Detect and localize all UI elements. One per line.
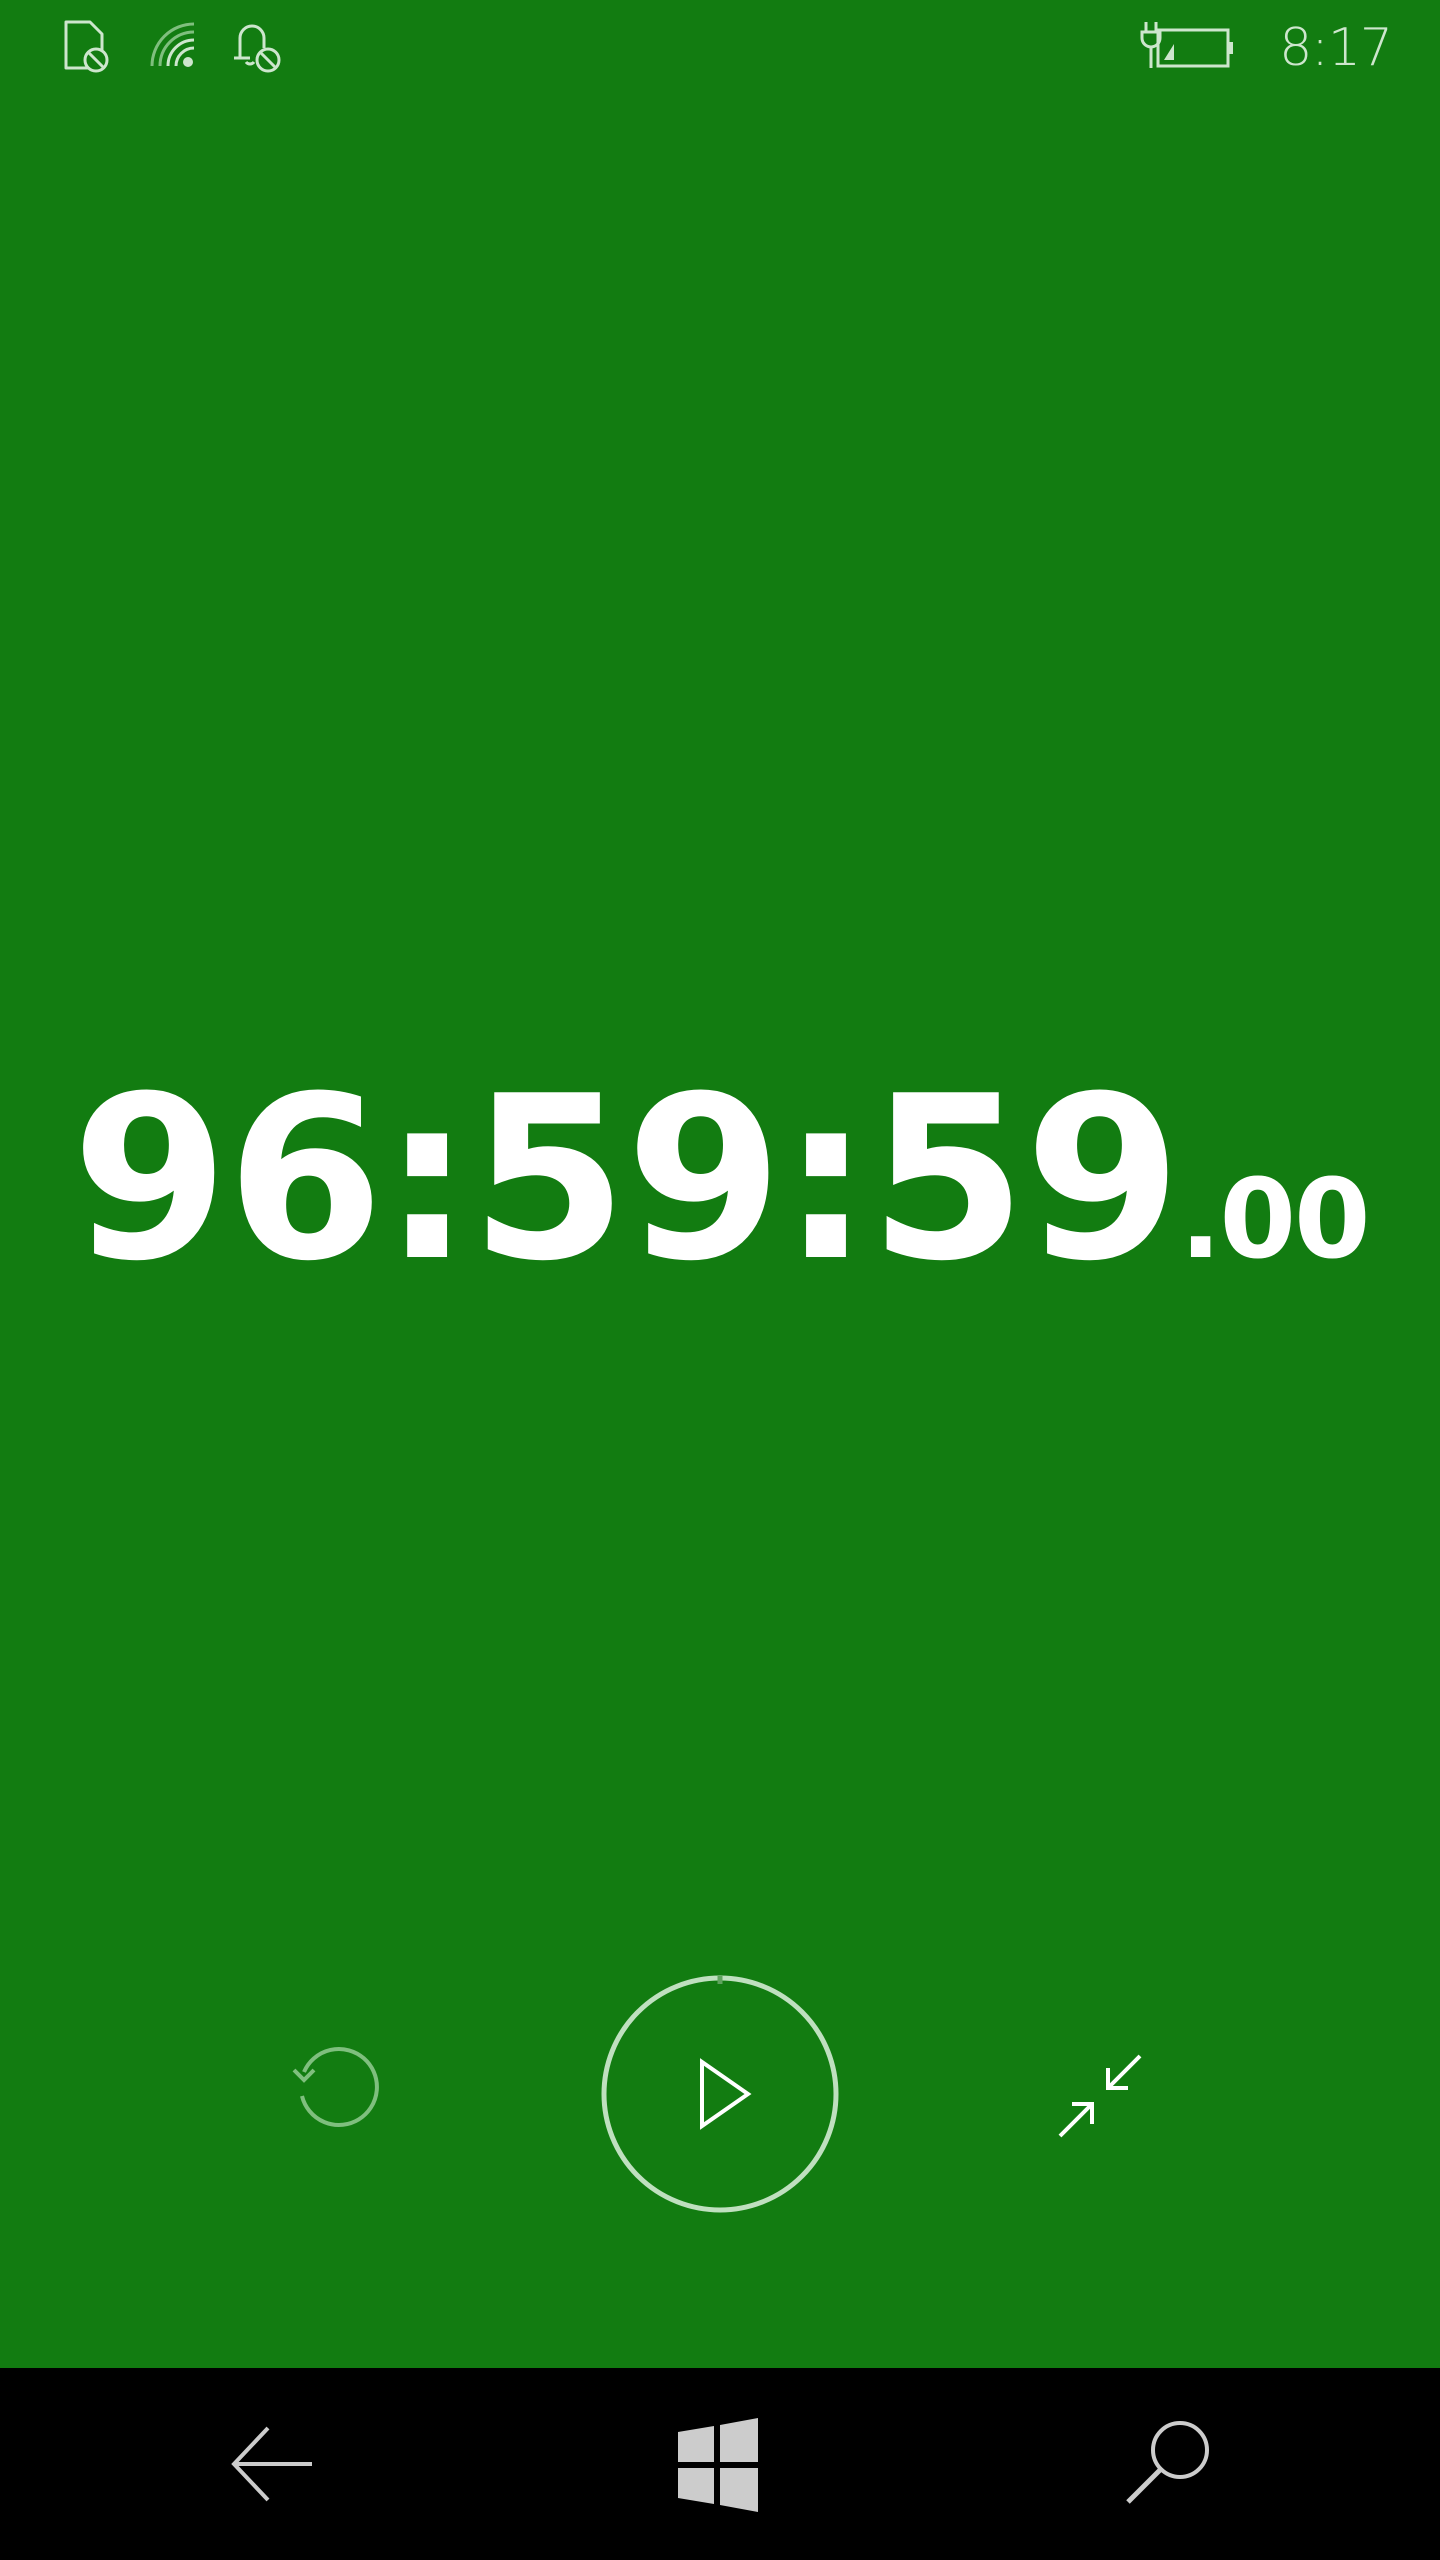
elapsed-time: 96:59:59 [71,1048,1181,1311]
play-icon [601,1975,839,2213]
compact-overlay-icon [1058,2054,1142,2138]
reset-button[interactable] [290,2046,390,2146]
reset-icon [292,2047,379,2127]
windows-logo-icon [678,2418,758,2512]
back-arrow-icon [231,2426,312,2502]
status-time: 8:17 [1279,18,1393,78]
stopwatch-app: 8:17 96:59:59.00 [0,0,1440,2368]
play-button[interactable] [598,1972,842,2216]
search-button[interactable] [1110,2404,1230,2524]
compact-overlay-button[interactable] [1050,2046,1150,2146]
stopwatch-display: 96:59:59.00 [0,1060,1440,1300]
search-icon [1126,2421,1209,2504]
no-sim-icon [64,20,109,73]
elapsed-fraction: .00 [1179,1155,1371,1283]
battery-charging-icon [1140,22,1233,68]
home-button[interactable] [658,2404,778,2524]
status-bar: 8:17 [0,0,1440,96]
wifi-icon [150,22,195,67]
back-button[interactable] [212,2404,332,2524]
no-notification-icon [234,24,281,73]
navigation-bar [0,2368,1440,2560]
